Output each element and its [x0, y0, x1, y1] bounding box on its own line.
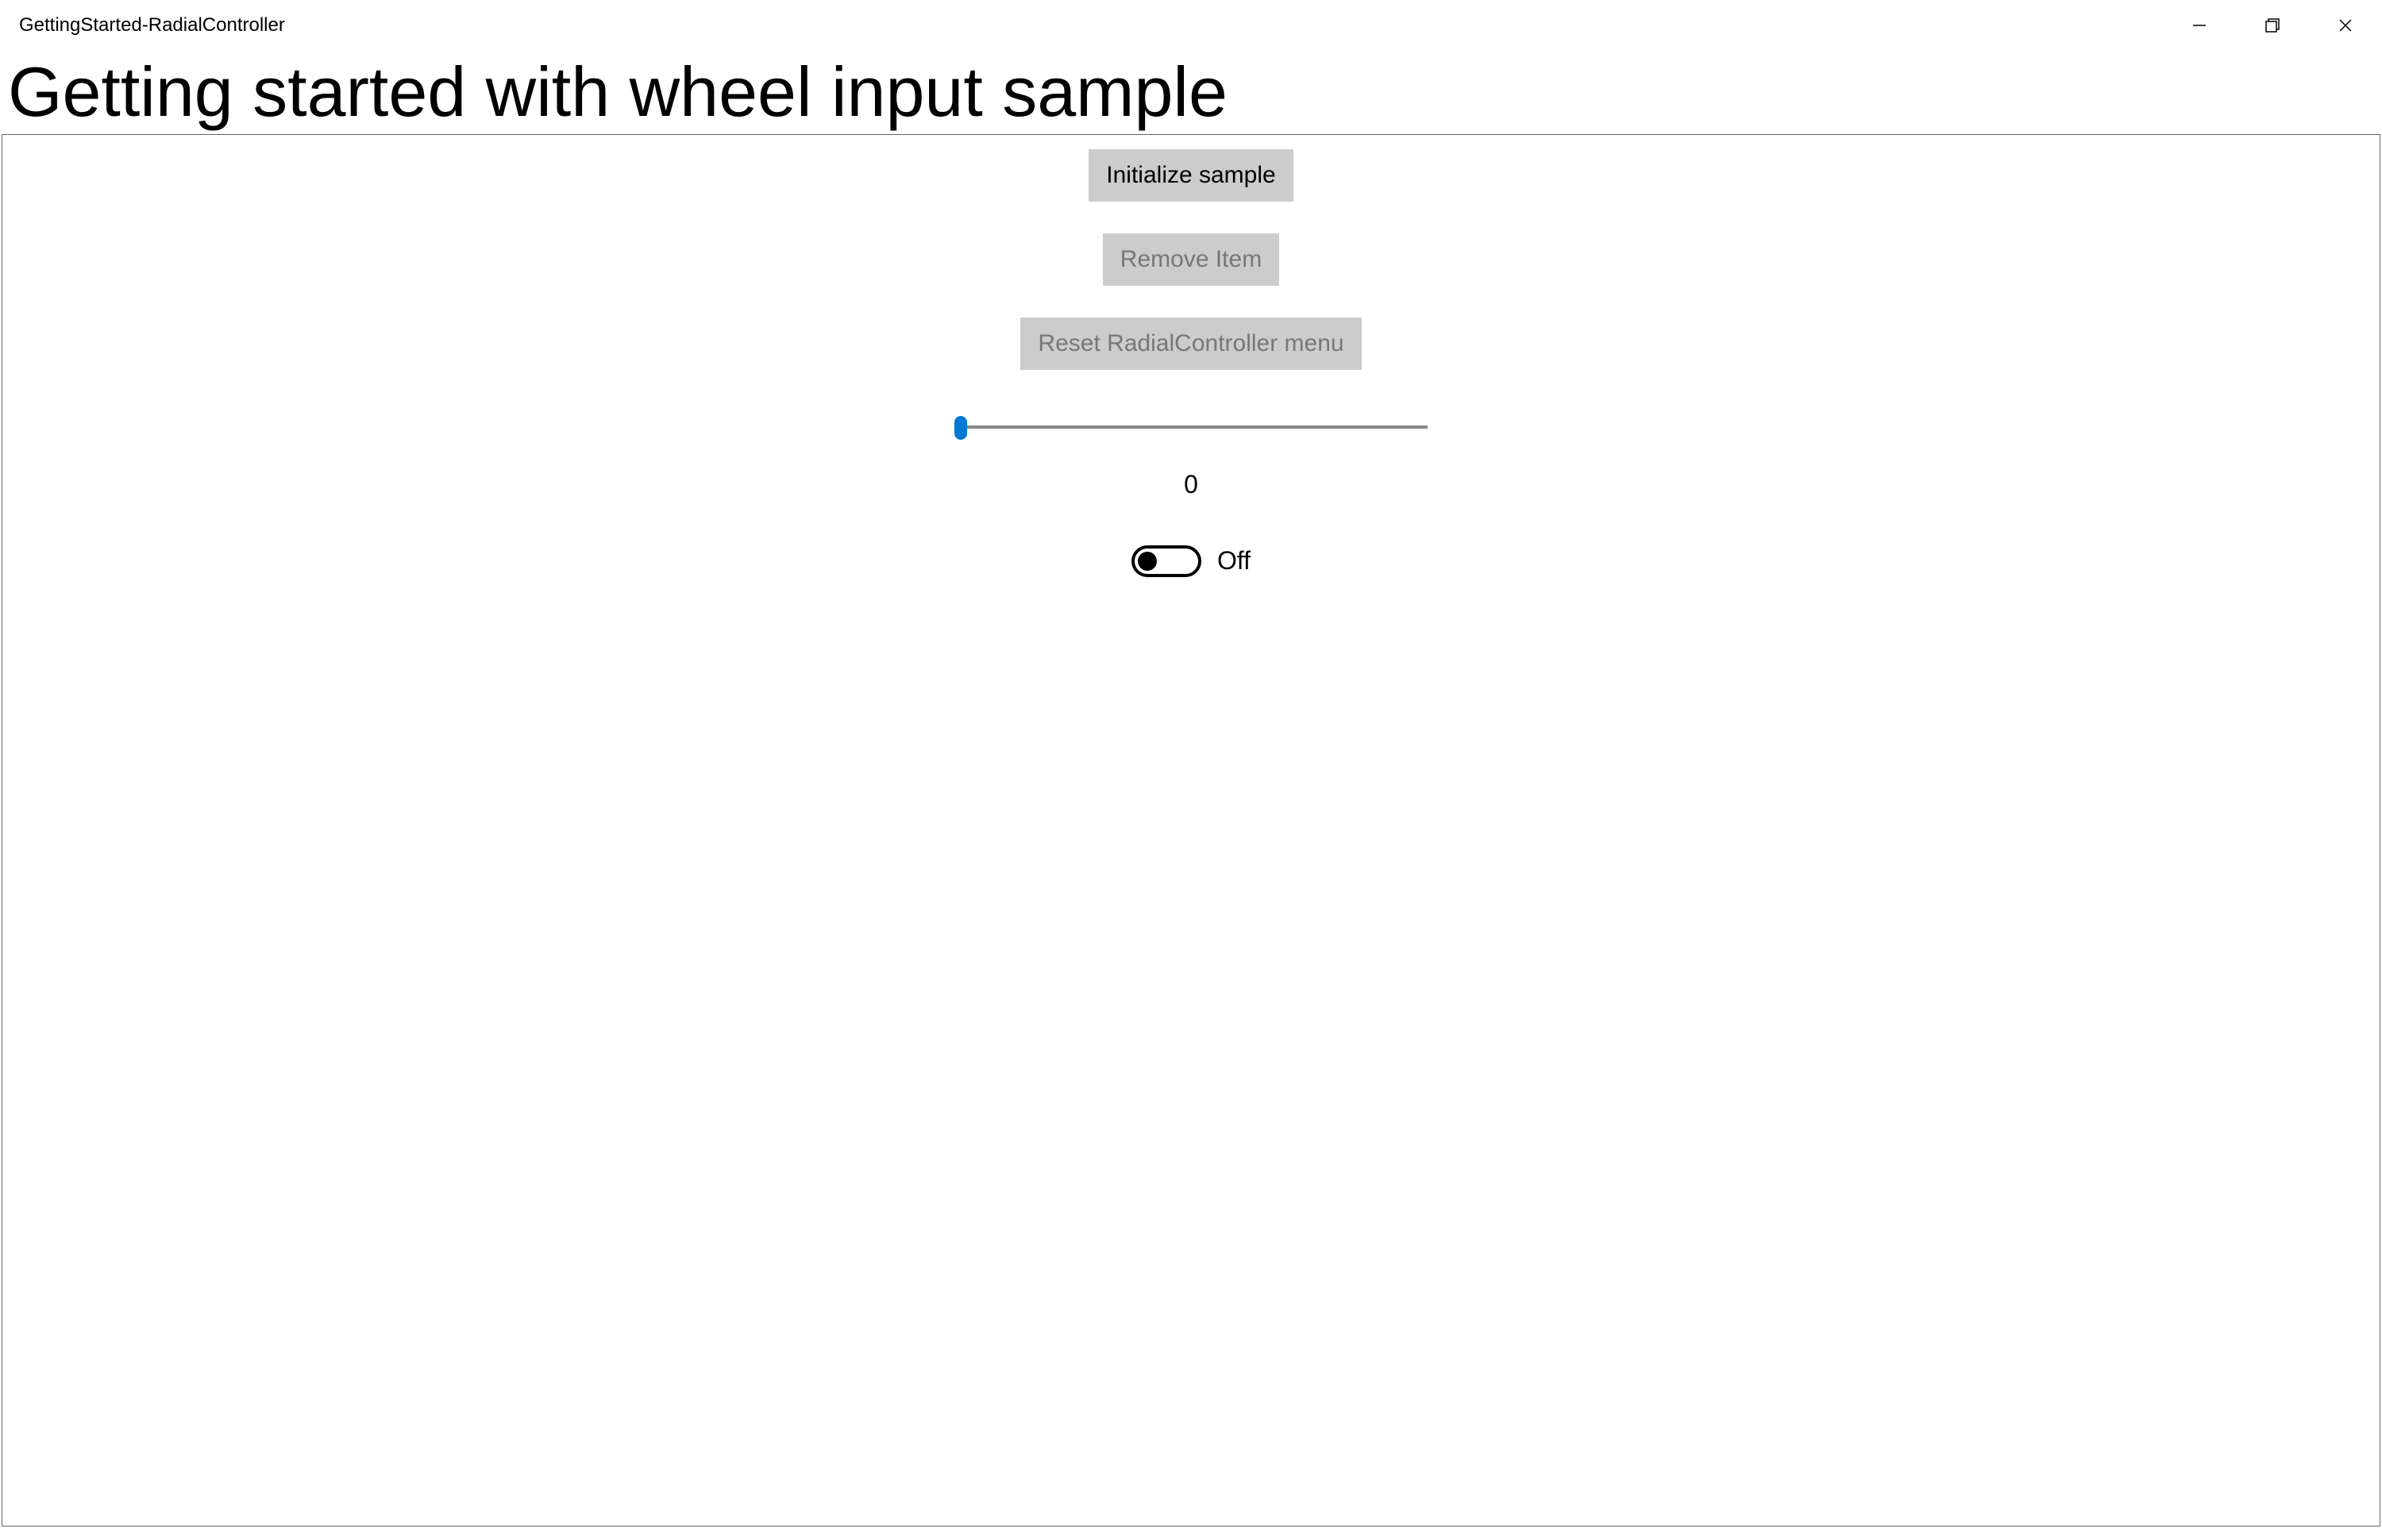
slider-value-label: 0 — [1184, 470, 1198, 499]
remove-item-button[interactable]: Remove Item — [1103, 233, 1279, 286]
reset-menu-button[interactable]: Reset RadialController menu — [1020, 318, 1361, 370]
close-button[interactable] — [2309, 0, 2382, 51]
minimize-button[interactable] — [2163, 0, 2236, 51]
content-panel: Initialize sample Remove Item Reset Radi… — [2, 134, 2380, 1527]
maximize-icon — [2264, 17, 2280, 33]
toggle-row: Off — [1131, 545, 1251, 577]
slider-thumb[interactable] — [954, 416, 967, 440]
close-icon — [2338, 17, 2353, 33]
minimize-icon — [2191, 17, 2207, 33]
slider-track — [961, 425, 1428, 429]
toggle-switch[interactable] — [1131, 545, 1201, 577]
toggle-knob — [1138, 552, 1157, 571]
toggle-state-label: Off — [1217, 546, 1251, 576]
initialize-button[interactable]: Initialize sample — [1089, 149, 1293, 202]
value-slider[interactable] — [954, 413, 1428, 441]
window-controls — [2163, 0, 2382, 51]
titlebar: GettingStarted-RadialController — [0, 0, 2382, 51]
controls-column: Initialize sample Remove Item Reset Radi… — [953, 135, 1429, 577]
maximize-button[interactable] — [2236, 0, 2309, 51]
page-title: Getting started with wheel input sample — [0, 54, 2382, 131]
window-title: GettingStarted-RadialController — [19, 14, 285, 37]
